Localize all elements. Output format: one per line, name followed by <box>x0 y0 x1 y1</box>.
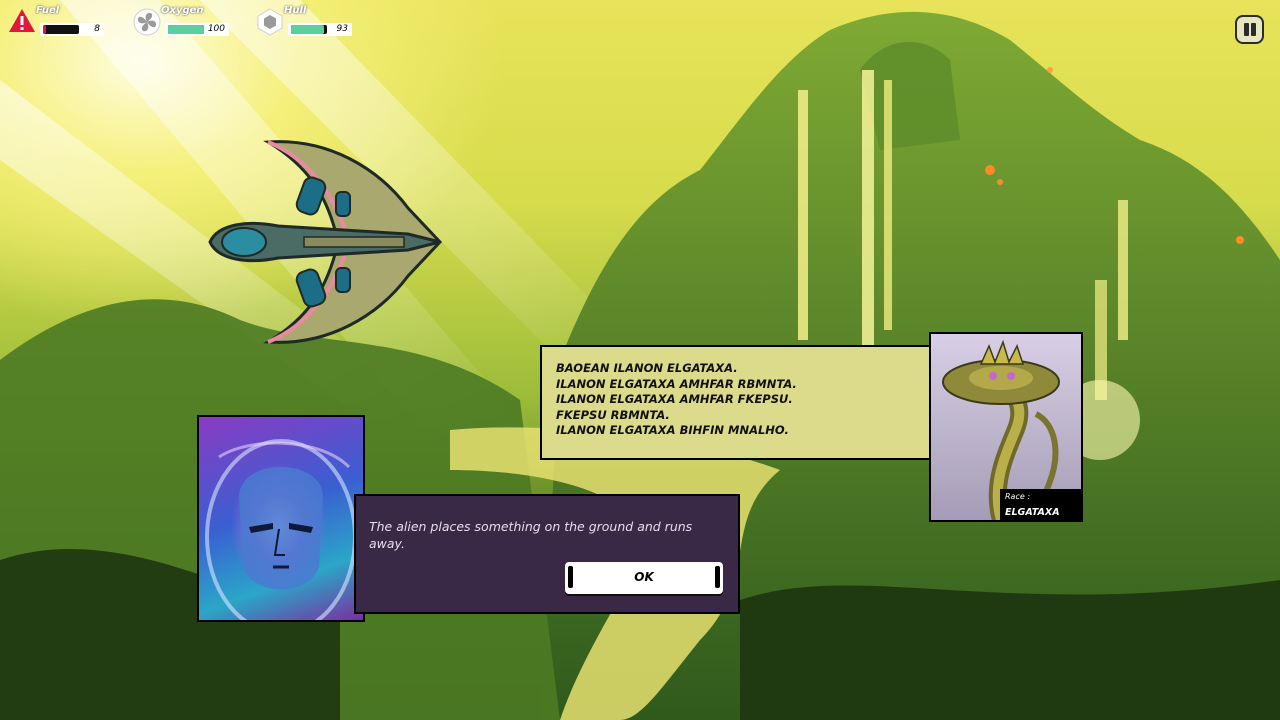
player-spaceship <box>208 140 443 344</box>
hexagon-shield-icon <box>257 8 283 36</box>
alien-speech-line: FKEPSU RBMNTA. <box>556 407 670 422</box>
fuel-label: Fuel <box>36 5 60 16</box>
fuel-bar: 8 <box>40 23 104 36</box>
hull-bar: 93 <box>288 23 352 36</box>
fuel-meter: Fuel 8 <box>8 5 108 38</box>
ok-button-left-cap <box>568 566 573 588</box>
hull-label: Hull <box>284 5 307 16</box>
hull-value: 93 <box>336 24 348 34</box>
story-text: The alien places something on the ground… <box>369 519 693 551</box>
warning-triangle-icon <box>9 9 35 32</box>
pause-button[interactable] <box>1235 15 1264 44</box>
race-name: ELGATAXA <box>1005 507 1060 518</box>
alien-speech-box: BAOEAN ILANON ELGATAXA. ILANON ELGATAXA … <box>540 345 940 460</box>
ok-button-label: OK <box>634 570 654 584</box>
captain-face-image <box>205 439 357 620</box>
captain-portrait <box>197 415 365 622</box>
hull-meter: Hull 93 <box>256 5 356 38</box>
hull-bar-fill <box>291 25 325 34</box>
ok-button[interactable]: OK <box>565 562 723 594</box>
game-scene: Fuel 8 Oxygen 100 Hull 93 BAOEAN ILANON … <box>0 0 1280 720</box>
alien-speech-line: BAOEAN ILANON ELGATAXA. <box>556 361 738 375</box>
pause-icon-bar <box>1251 23 1256 36</box>
ok-button-right-cap <box>715 566 720 588</box>
oxygen-bar: 100 <box>165 23 229 36</box>
fan-icon <box>133 8 161 36</box>
race-info: Race : ELGATAXA <box>1000 489 1082 521</box>
fuel-value: 8 <box>94 24 100 34</box>
oxygen-meter: Oxygen 100 <box>133 5 233 38</box>
race-label: Race : <box>1005 492 1031 501</box>
oxygen-value: 100 <box>207 24 225 34</box>
oxygen-bar-fill <box>168 25 204 34</box>
pause-icon <box>1244 23 1249 36</box>
alien-speech-line: ILANON ELGATAXA AMHFAR FKEPSU. <box>556 392 793 406</box>
alien-speech-line: ILANON ELGATAXA AMHFAR RBMNTA. <box>556 376 797 391</box>
fuel-bar-fill <box>43 25 46 34</box>
story-dialog: The alien places something on the ground… <box>354 494 740 614</box>
oxygen-label: Oxygen <box>161 5 204 16</box>
alien-speech-line: ILANON ELGATAXA BIHFIN MNALHO. <box>556 423 789 437</box>
